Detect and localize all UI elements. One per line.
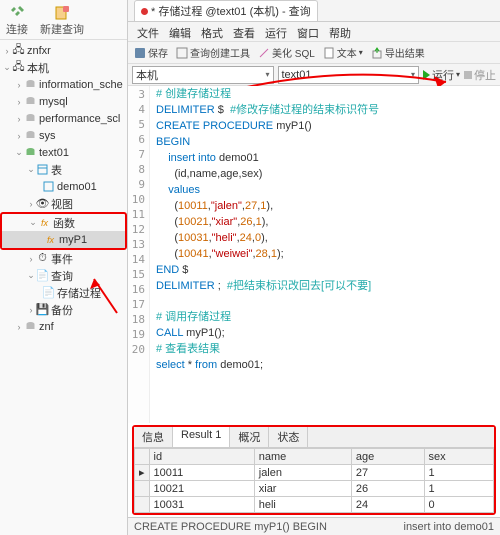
chevron-down-icon: ▾: [411, 70, 415, 79]
text-button[interactable]: 文本▾: [323, 45, 363, 60]
save-button[interactable]: 保存: [134, 45, 168, 60]
result-tab-info[interactable]: 信息: [134, 427, 173, 447]
tree-node-znfxr[interactable]: ›🖧znfxr: [0, 42, 127, 59]
tree-node-myp1[interactable]: fxmyP1: [2, 231, 125, 248]
rowheader: [135, 449, 150, 465]
query-icon: 📄: [42, 286, 55, 299]
doc-icon: [323, 47, 335, 59]
grid-row[interactable]: 10031heli240: [135, 497, 494, 513]
tree-node-functions[interactable]: ⌄fx函数: [2, 214, 125, 231]
menu-window[interactable]: 窗口: [294, 24, 322, 39]
tree-node-text01[interactable]: ⌄text01: [0, 144, 127, 161]
grid-row[interactable]: ▸10011jalen271: [135, 465, 494, 481]
fx-icon: fx: [44, 233, 57, 246]
table-icon: [42, 180, 55, 193]
db-icon: [24, 78, 37, 91]
menu-bar: 文件 编辑 格式 查看 运行 窗口 帮助: [128, 22, 500, 42]
col-sex[interactable]: sex: [424, 449, 493, 465]
tree-node-sys[interactable]: ›sys: [0, 127, 127, 144]
result-grid[interactable]: id name age sex ▸10011jalen271 10021xiar…: [134, 448, 494, 513]
server-icon: 🖧: [12, 61, 25, 74]
query-icon: 📄: [36, 269, 49, 282]
db-icon: [24, 146, 37, 159]
status-bar: CREATE PROCEDURE myP1() BEGIN insert int…: [128, 517, 500, 535]
result-tab-profile[interactable]: 概况: [230, 427, 269, 447]
newquery-label: 新建查询: [40, 21, 84, 37]
tree-node-tables[interactable]: ⌄表: [0, 161, 127, 178]
menu-format[interactable]: 格式: [198, 24, 226, 39]
annotation-arrow-1: [82, 275, 122, 315]
newquery-icon: [54, 5, 70, 21]
result-tab-result1[interactable]: Result 1: [173, 427, 230, 447]
db-icon: [24, 112, 37, 125]
menu-help[interactable]: 帮助: [326, 24, 354, 39]
run-button[interactable]: 运行▾: [423, 67, 460, 83]
tree: ›🖧znfxr ⌄🖧本机 ›information_sche ›mysql ›p…: [0, 40, 127, 535]
beautify-button[interactable]: 美化 SQL: [258, 45, 315, 60]
result-tabs: 信息 Result 1 概况 状态: [134, 427, 494, 448]
db-icon: [24, 95, 37, 108]
toolbar: 保存 查询创建工具 美化 SQL 文本▾ 导出结果: [128, 42, 500, 64]
connection-combo[interactable]: 本机▾: [132, 66, 274, 84]
code-content: # 创建存储过程 DELIMITER $ #修改存储过程的结束标识符号 CREA…: [150, 86, 500, 423]
play-icon: [423, 70, 430, 80]
newquery-button[interactable]: 新建查询: [40, 5, 84, 37]
wand-icon: [258, 47, 270, 59]
grid-row[interactable]: 10021xiar261: [135, 481, 494, 497]
querybuilder-button[interactable]: 查询创建工具: [176, 45, 250, 60]
status-right: insert into demo01: [404, 521, 495, 533]
tool-icon: [176, 47, 188, 59]
col-name[interactable]: name: [254, 449, 351, 465]
server-icon: 🖧: [12, 44, 25, 57]
tree-node-views[interactable]: ›👁视图: [0, 195, 127, 212]
menu-file[interactable]: 文件: [134, 24, 162, 39]
editor-tab[interactable]: * 存储过程 @text01 (本机) - 查询: [134, 0, 318, 21]
menu-run[interactable]: 运行: [262, 24, 290, 39]
func-highlight-box: ⌄fx函数 fxmyP1: [0, 212, 127, 250]
export-button[interactable]: 导出结果: [371, 45, 425, 60]
fx-icon: fx: [38, 216, 51, 229]
connect-label: 连接: [6, 21, 28, 37]
left-toolbar: 连接 新建查询: [0, 0, 127, 40]
tree-node-events[interactable]: ›⏱事件: [0, 250, 127, 267]
table-group-icon: [36, 163, 49, 176]
menu-view[interactable]: 查看: [230, 24, 258, 39]
sidebar: 连接 新建查询 ›🖧znfxr ⌄🖧本机 ›information_sche ›…: [0, 0, 128, 535]
tree-node-mysql[interactable]: ›mysql: [0, 93, 127, 110]
db-icon: [24, 129, 37, 142]
main: * 存储过程 @text01 (本机) - 查询 文件 编辑 格式 查看 运行 …: [128, 0, 500, 535]
tree-node-demo01[interactable]: demo01: [0, 178, 127, 195]
export-icon: [371, 47, 383, 59]
result-panel: 信息 Result 1 概况 状态 id name age sex ▸10011…: [132, 425, 496, 515]
db-icon: [24, 320, 37, 333]
tree-node-local[interactable]: ⌄🖧本机: [0, 59, 127, 76]
col-age[interactable]: age: [351, 449, 424, 465]
stop-button[interactable]: 停止: [464, 67, 496, 83]
tree-node-info[interactable]: ›information_sche: [0, 76, 127, 93]
view-icon: 👁: [36, 197, 49, 210]
selector-row: 本机▾ text01▾ 运行▾ 停止: [128, 64, 500, 86]
line-gutter: 34567891011121314151617181920: [128, 86, 150, 423]
connect-button[interactable]: 连接: [6, 5, 28, 37]
stop-icon: [464, 71, 472, 79]
backup-icon: 💾: [36, 303, 49, 316]
status-left: CREATE PROCEDURE myP1() BEGIN: [134, 521, 327, 533]
menu-edit[interactable]: 编辑: [166, 24, 194, 39]
chevron-down-icon: ▾: [265, 70, 269, 79]
tree-node-znf[interactable]: ›znf: [0, 318, 127, 335]
col-id[interactable]: id: [149, 449, 254, 465]
database-combo[interactable]: text01▾: [278, 66, 420, 84]
tab-bar: * 存储过程 @text01 (本机) - 查询: [128, 0, 500, 22]
tree-node-perf[interactable]: ›performance_scl: [0, 110, 127, 127]
modified-dot-icon: [141, 8, 148, 15]
result-tab-status[interactable]: 状态: [269, 427, 308, 447]
clock-icon: ⏱: [36, 252, 49, 265]
code-editor[interactable]: 34567891011121314151617181920 # 创建存储过程 D…: [128, 86, 500, 423]
save-icon: [134, 47, 146, 59]
tab-title: * 存储过程 @text01 (本机) - 查询: [151, 3, 311, 19]
grid-header: id name age sex: [135, 449, 494, 465]
plug-icon: [9, 5, 25, 21]
